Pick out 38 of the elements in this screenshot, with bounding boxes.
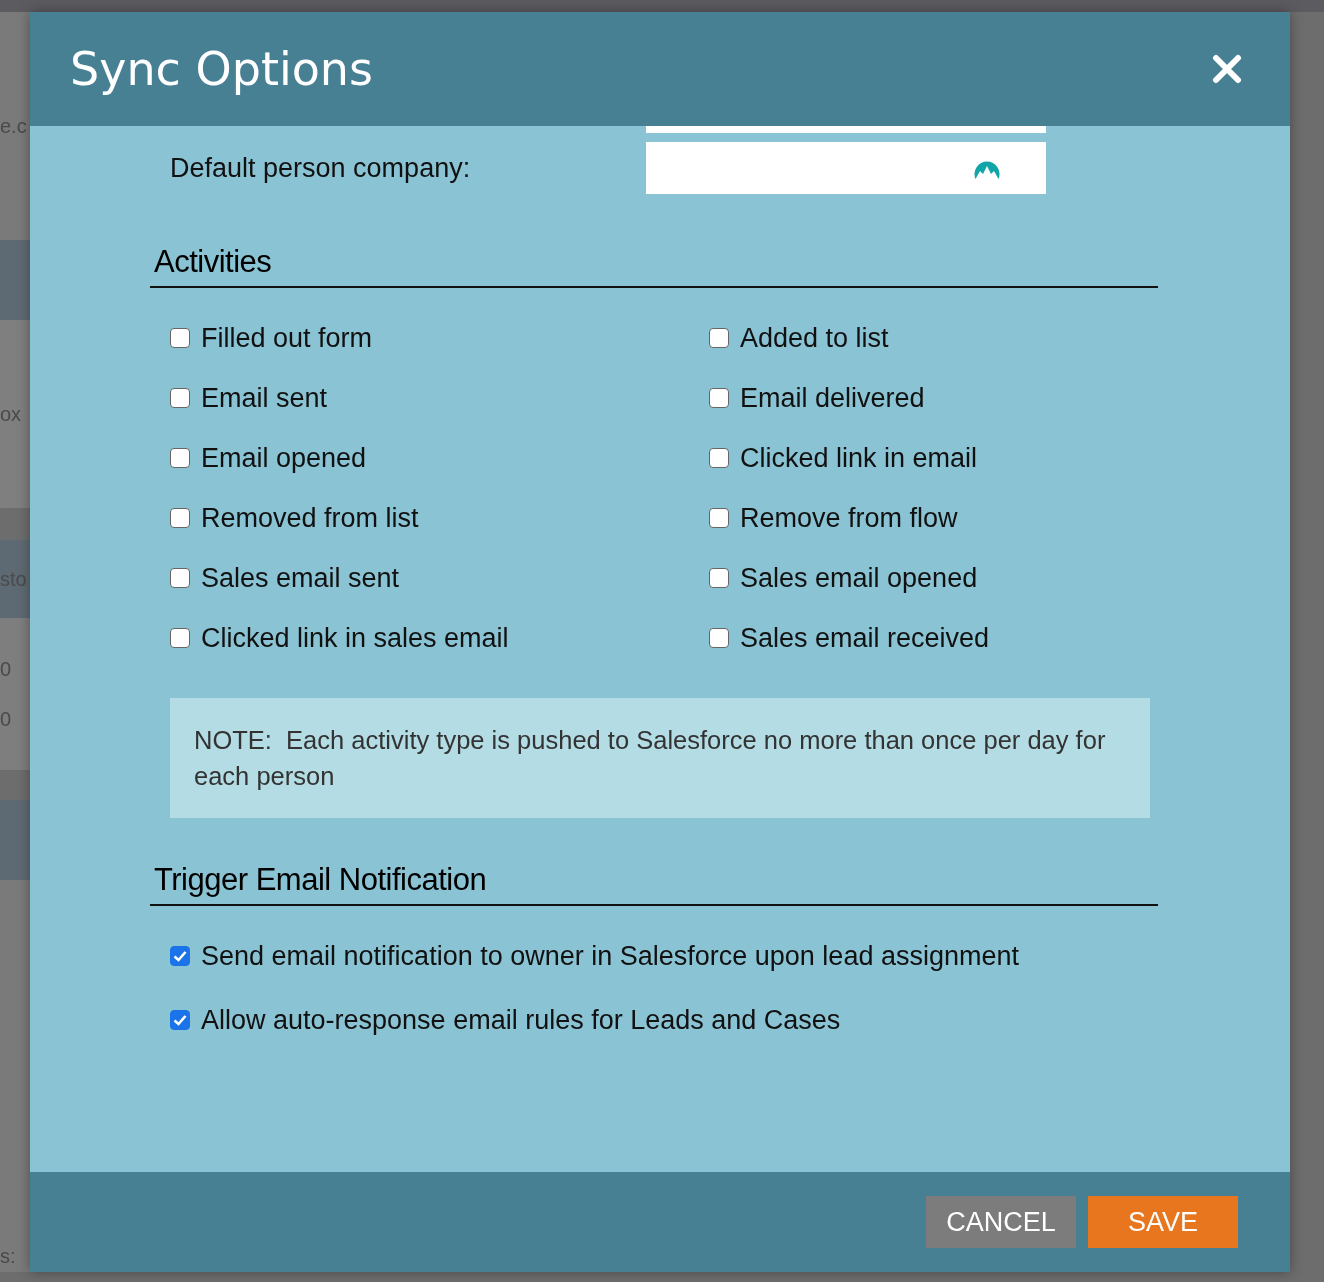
- checkbox-label: Filled out form: [201, 322, 373, 354]
- dialog-title: Sync Options: [70, 42, 373, 96]
- checkbox-label: Email opened: [201, 442, 367, 474]
- checkbox[interactable]: [170, 508, 190, 528]
- checkbox-label: Sales email opened: [740, 562, 978, 594]
- checkbox-label: Sales email received: [740, 622, 990, 654]
- note-text: NOTE: Each activity type is pushed to Salesforce no more than once per day for each person: [170, 698, 1150, 818]
- checkbox-label: Send email notification to owner in Salesforce upon lead assignment: [201, 940, 1019, 972]
- checkbox[interactable]: [170, 448, 190, 468]
- checkbox[interactable]: [170, 946, 190, 966]
- checkbox[interactable]: [709, 448, 729, 468]
- close-icon[interactable]: [1212, 54, 1242, 84]
- checkbox-label: Allow auto-response email rules for Leads and Cases: [201, 1004, 841, 1036]
- checkbox-label: Removed from list: [201, 502, 419, 534]
- input-field[interactable]: [646, 142, 1046, 194]
- checkbox-label: Added to list: [740, 322, 889, 354]
- checkbox[interactable]: [170, 328, 190, 348]
- checkbox[interactable]: [170, 568, 190, 588]
- checkbox-label: Email delivered: [740, 382, 925, 414]
- checkbox[interactable]: [170, 628, 190, 648]
- checkbox[interactable]: [709, 328, 729, 348]
- save-button[interactable]: SAVE: [1088, 1196, 1238, 1248]
- checkbox[interactable]: [709, 628, 729, 648]
- field-label: Default person company:: [170, 152, 472, 184]
- checkbox[interactable]: [709, 388, 729, 408]
- cancel-button[interactable]: CANCEL: [926, 1196, 1076, 1248]
- checkbox-label: Sales email sent: [201, 562, 400, 594]
- input-field[interactable]: [646, 126, 1046, 133]
- checkbox[interactable]: [709, 508, 729, 528]
- checkbox[interactable]: [709, 568, 729, 588]
- checkbox-label: Clicked link in email: [740, 442, 978, 474]
- checkbox[interactable]: [170, 1010, 190, 1030]
- section-heading: Activities: [150, 244, 1158, 288]
- checkbox-label: Remove from flow: [740, 502, 958, 534]
- checkbox-label: Clicked link in sales email: [201, 622, 509, 654]
- checkbox-label: Email sent: [201, 382, 328, 414]
- section-heading: Trigger Email Notification: [150, 862, 1158, 906]
- checkbox[interactable]: [170, 388, 190, 408]
